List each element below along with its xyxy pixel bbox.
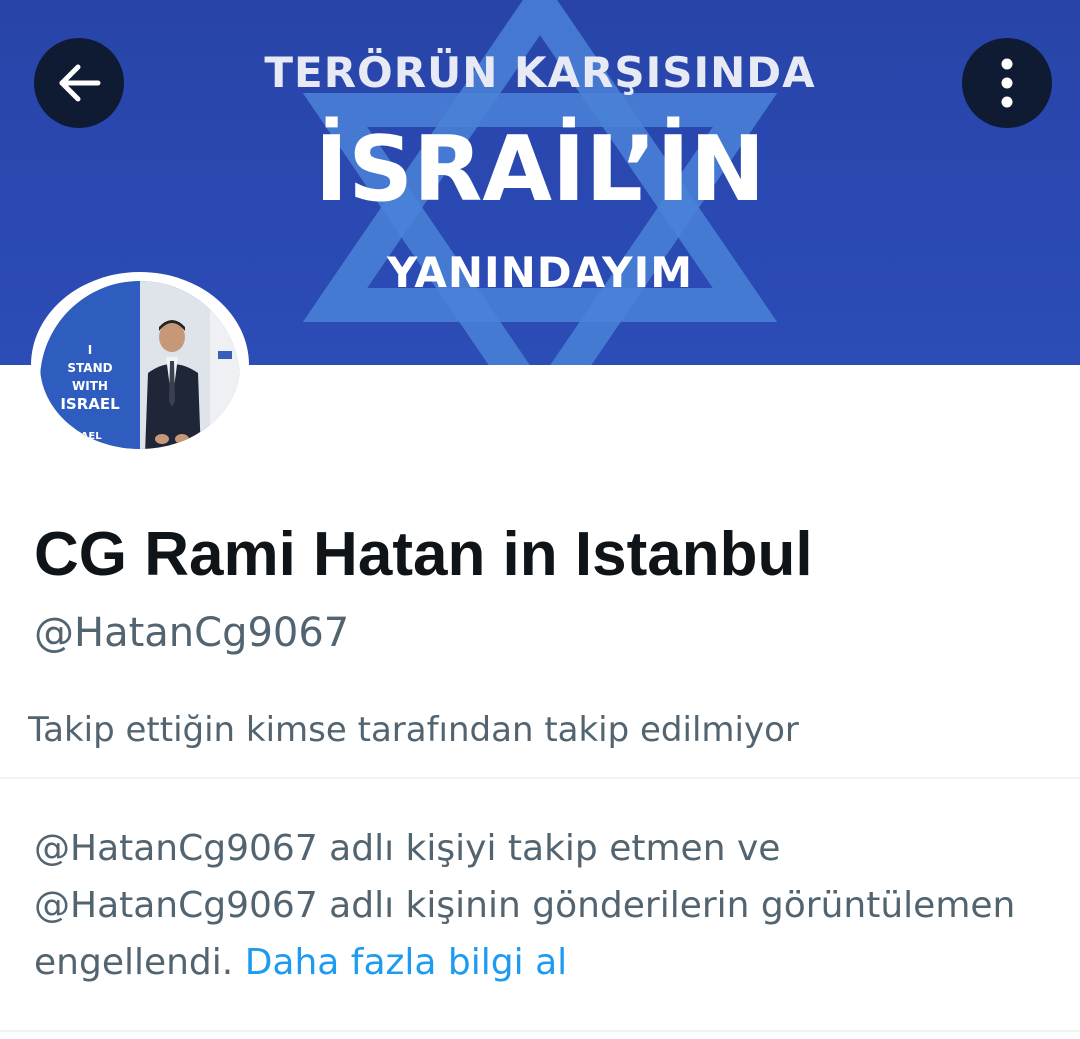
- arrow-left-icon: [59, 64, 101, 102]
- learn-more-link[interactable]: Daha fazla bilgi al: [245, 942, 567, 983]
- banner-text-line1: TERÖRÜN KARŞISINDA: [264, 48, 816, 97]
- avatar-slogan: I STAND WITH ISRAEL: [50, 341, 130, 413]
- banner-text-line2: İSRAİL’İN: [314, 117, 766, 222]
- avatar-slogan-line1: I: [87, 343, 93, 357]
- person-photo-icon: [145, 311, 240, 449]
- avatar-image: I STAND WITH ISRAEL ISRAEL: [40, 281, 240, 449]
- avatar-slogan-line3: WITH: [72, 379, 108, 393]
- username-handle: @HatanCg9067: [34, 610, 350, 656]
- divider: [0, 777, 1080, 779]
- more-vertical-icon: [1001, 58, 1013, 108]
- blocked-notice: @HatanCg9067 adlı kişiyi takip etmen ve …: [34, 820, 1054, 991]
- back-button[interactable]: [34, 38, 124, 128]
- display-name: CG Rami Hatan in Istanbul: [34, 520, 813, 589]
- avatar-footer-logo: ISRAEL: [62, 431, 102, 442]
- divider: [0, 1030, 1080, 1032]
- avatar-slogan-line4: ISRAEL: [60, 395, 120, 413]
- profile-page: TERÖRÜN KARŞISINDA İSRAİL’İN YANINDAYIM …: [0, 0, 1080, 1039]
- followed-by-info: Takip ettiğin kimse tarafından takip edi…: [28, 710, 799, 750]
- avatar[interactable]: I STAND WITH ISRAEL ISRAEL: [31, 272, 249, 458]
- avatar-slogan-line2: STAND: [67, 361, 113, 375]
- more-options-button[interactable]: [962, 38, 1052, 128]
